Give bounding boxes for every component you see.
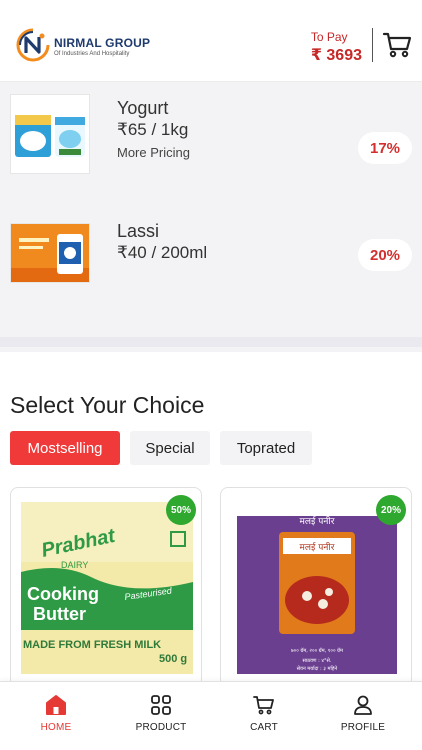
nav-label: HOME	[40, 722, 72, 733]
paneer-product-image: मलई पनीर मलई पनीर ७०० ग्रॅम, २०० ग्रॅम, …	[231, 502, 403, 674]
home-icon	[45, 694, 67, 716]
image-text: MADE FROM FRESH MILK	[23, 639, 161, 651]
user-icon	[352, 694, 374, 716]
image-text: Butter	[33, 604, 86, 624]
image-text: 500 g	[159, 653, 187, 665]
lassi-product-image	[10, 223, 90, 283]
nav-cart[interactable]: CART	[214, 682, 314, 750]
image-text: मलई पनीर	[300, 541, 335, 553]
choice-card-butter[interactable]: Prabhat DAIRY Cooking Butter Pasteurised…	[10, 487, 202, 687]
yogurt-product-image	[10, 94, 90, 174]
discount-badge: 20%	[358, 239, 412, 271]
to-pay-amount: ₹ 3693	[310, 47, 362, 64]
nav-label: PROFILE	[340, 722, 386, 733]
image-text: मलई पनीर	[300, 515, 335, 527]
butter-product-image: Prabhat DAIRY Cooking Butter Pasteurised…	[21, 502, 193, 674]
tab-special[interactable]: Special	[130, 431, 210, 465]
image-text: सेवन मर्यादा : ३ महिने	[297, 665, 338, 672]
product-name: Yogurt	[117, 98, 169, 118]
image-text: DAIRY	[61, 560, 88, 570]
header-divider	[372, 28, 373, 62]
choice-card-paneer[interactable]: मलई पनीर मलई पनीर ७०० ग्रॅम, २०० ग्रॅम, …	[220, 487, 412, 687]
product-name: Lassi	[117, 221, 160, 241]
nav-label: CART	[250, 722, 278, 733]
discount-badge: 20%	[376, 495, 406, 525]
product-price: ₹40 / 200ml	[117, 243, 208, 262]
product-price: ₹65 / 1kg	[117, 120, 189, 139]
to-pay-label: To Pay	[310, 30, 348, 44]
nav-profile[interactable]: PROFILE	[313, 682, 413, 750]
nav-product[interactable]: PRODUCT	[111, 682, 211, 750]
grid-icon	[150, 694, 172, 716]
header-cart-icon[interactable]	[382, 31, 412, 59]
product-card-yogurt[interactable]: Yogurt ₹65 / 1kg More Pricing 17%	[0, 82, 422, 192]
app-header: NIRMAL GROUP Of Industries And Hospitali…	[0, 0, 422, 82]
product-card-lassi[interactable]: Lassi ₹40 / 200ml 20%	[0, 205, 422, 327]
image-text: Cooking	[27, 584, 99, 604]
brand-block: NIRMAL GROUP Of Industries And Hospitali…	[54, 36, 150, 57]
brand-tagline: Of Industries And Hospitality	[54, 51, 130, 57]
image-text: साठवण : ४°से.	[303, 657, 332, 664]
to-pay-summary[interactable]: To Pay ₹ 3693	[311, 30, 362, 65]
nav-label: PRODUCT	[135, 722, 187, 733]
nirmal-logo-icon	[16, 28, 50, 62]
image-text: ७०० ग्रॅम, २०० ग्रॅम, १०० ग्रॅम	[291, 647, 344, 654]
tab-mostselling[interactable]: Mostselling	[10, 431, 120, 465]
discount-badge: 50%	[166, 495, 196, 525]
bottom-nav: HOME PRODUCT CART PROFILE	[0, 681, 422, 750]
tab-toprated[interactable]: Toprated	[220, 431, 312, 465]
discount-badge: 17%	[358, 132, 412, 164]
section-divider	[0, 337, 422, 347]
more-pricing-link[interactable]: More Pricing	[117, 145, 190, 160]
nav-home[interactable]: HOME	[6, 682, 106, 750]
cart-icon	[253, 694, 275, 716]
brand-name: NIRMAL GROUP	[54, 36, 151, 50]
section-title: Select Your Choice	[10, 392, 205, 418]
